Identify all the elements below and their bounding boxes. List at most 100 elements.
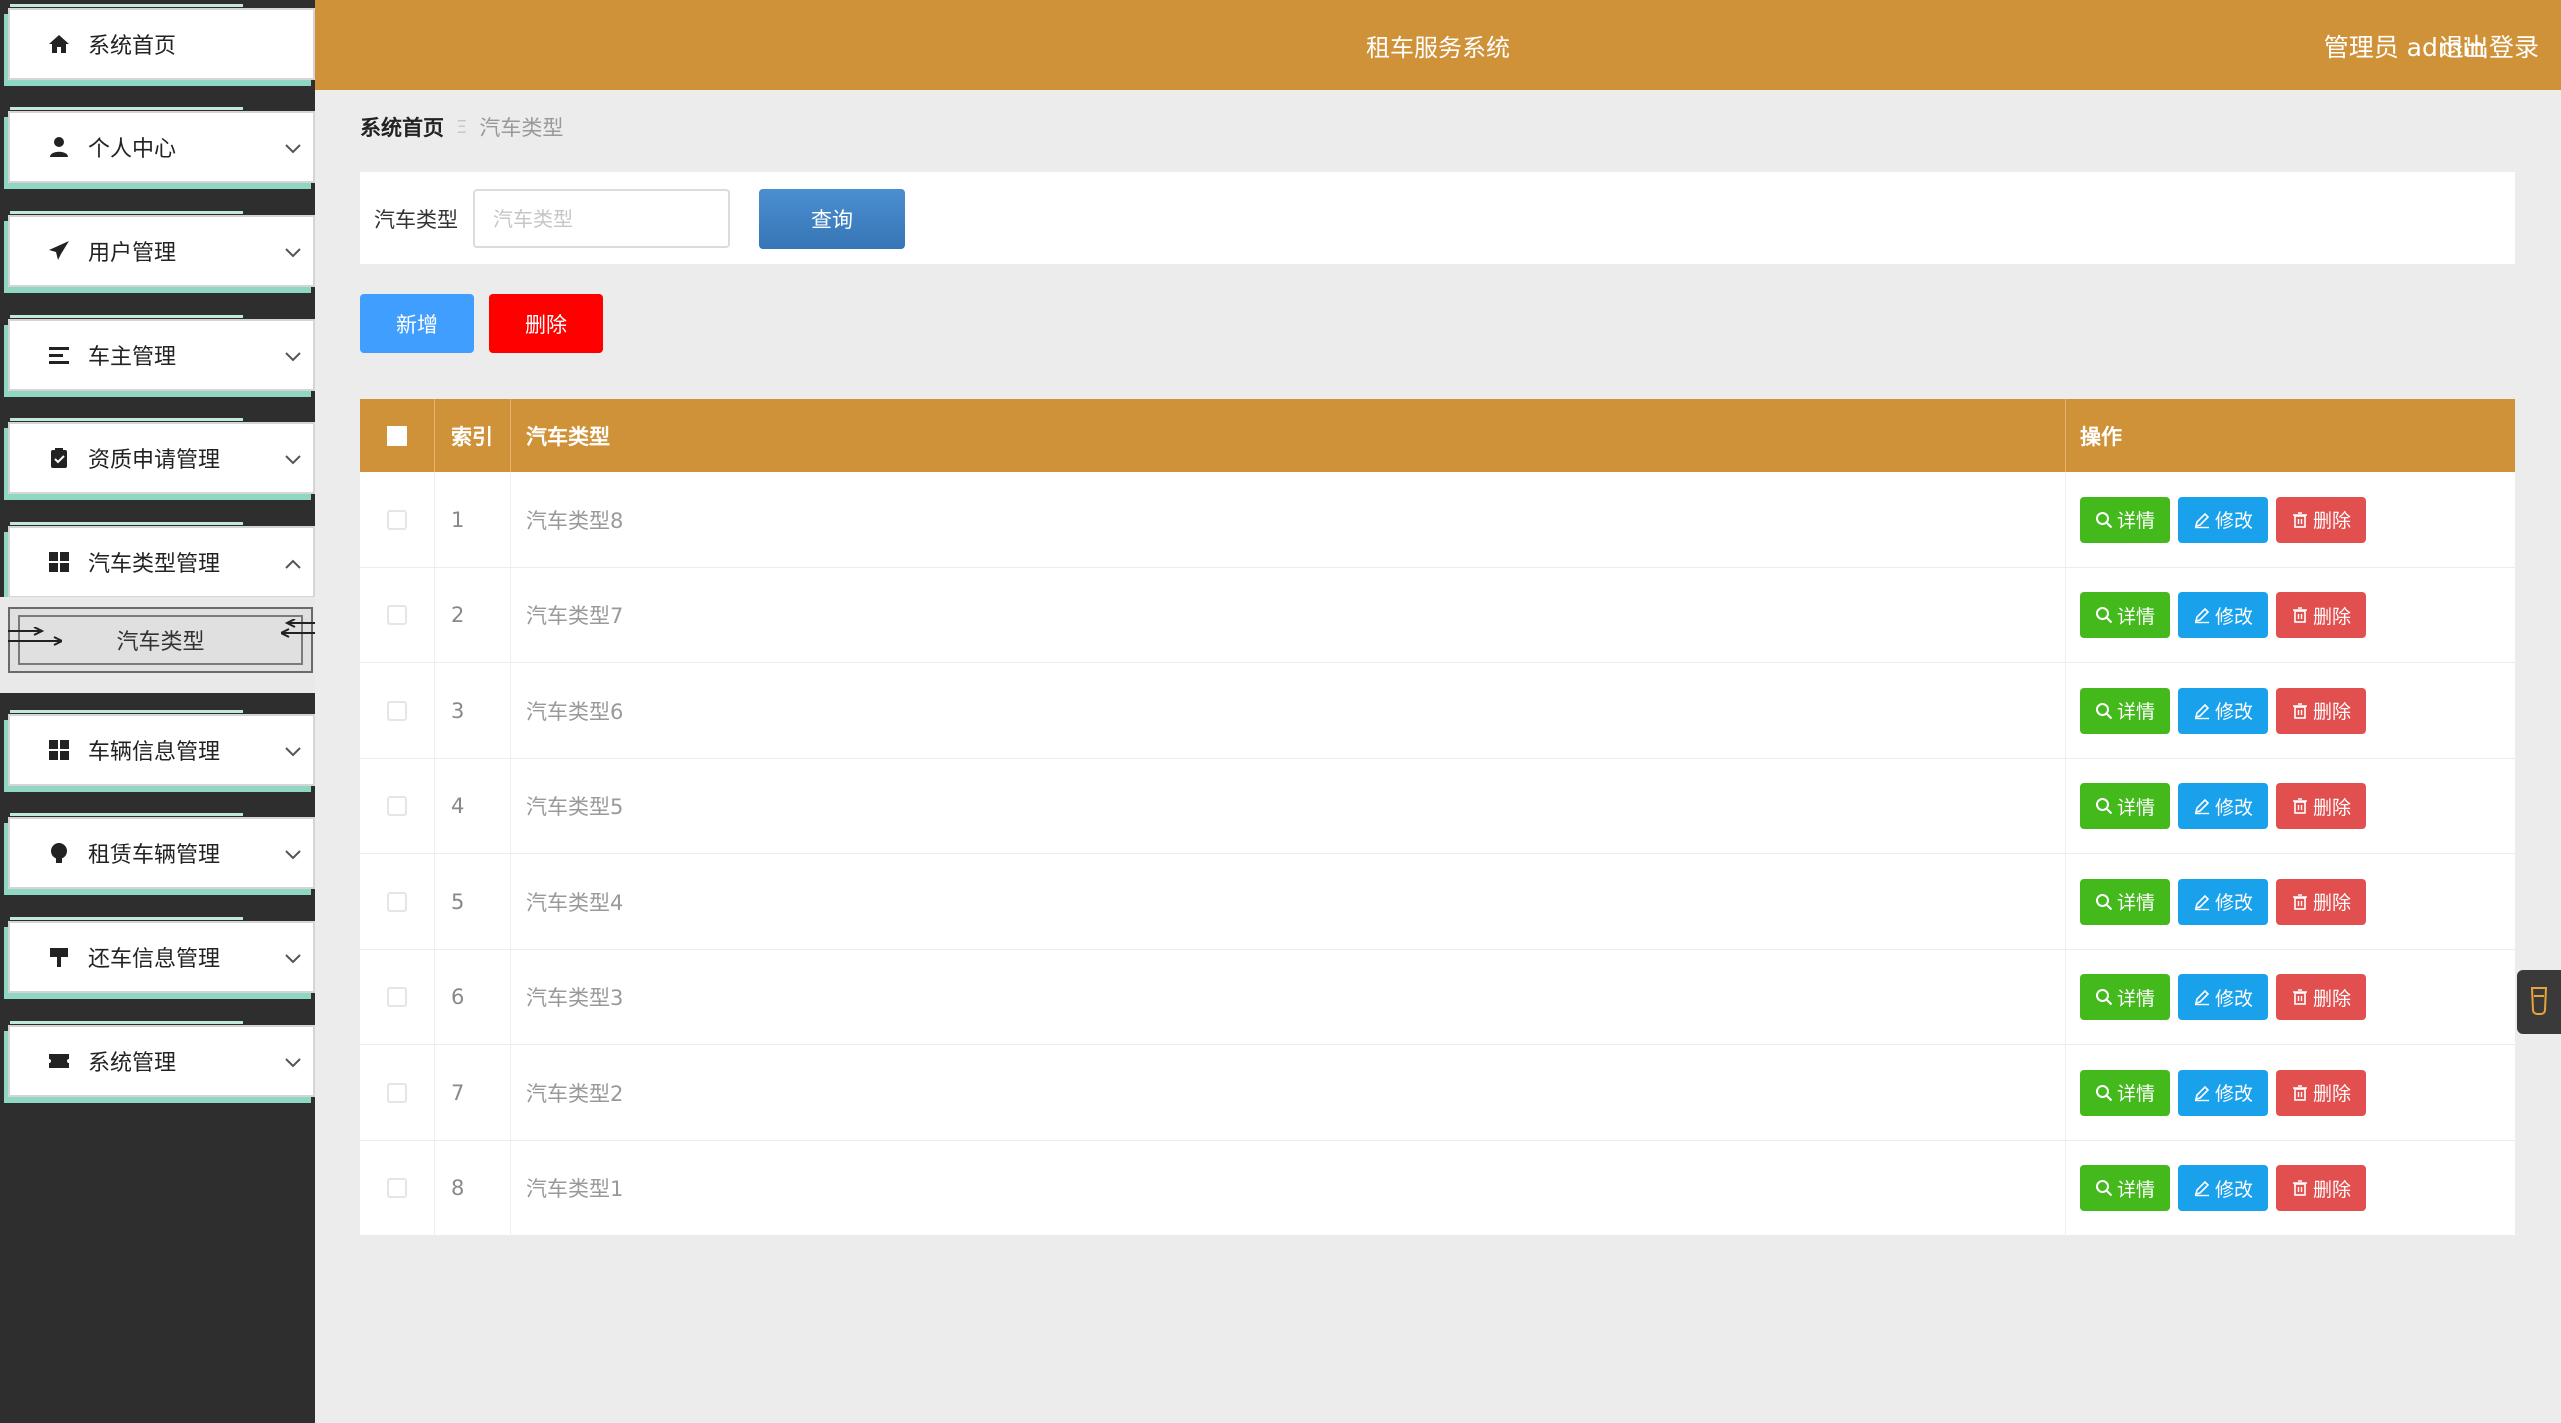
search-icon	[2095, 1084, 2117, 1102]
detail-label: 详情	[2116, 1084, 2155, 1105]
submenu-item-car-type[interactable]: 汽车类型	[8, 607, 315, 673]
delete-button[interactable]: 删除	[2276, 592, 2366, 638]
detail-button[interactable]: 详情	[2080, 783, 2170, 829]
sidebar-item-label: 汽车类型管理	[88, 552, 221, 577]
edit-label: 修改	[2214, 988, 2253, 1010]
column-header-car-type: 汽车类型	[511, 399, 2066, 472]
grid-icon	[48, 739, 70, 761]
search-icon	[2095, 511, 2117, 529]
detail-button[interactable]: 详情	[2080, 496, 2170, 543]
edit-button[interactable]: 修改	[2178, 878, 2268, 925]
chevron-down-icon	[283, 347, 303, 367]
sidebar-item-label: 系统首页	[88, 34, 177, 59]
car-type-search-input[interactable]	[473, 189, 730, 248]
row-index: 2	[435, 567, 511, 663]
breadcrumb-current: 汽车类型	[479, 116, 564, 140]
sidebar-item-vehicle-info-management[interactable]: 车辆信息管理	[8, 710, 315, 786]
row-operations: 详情 修改 删除	[2066, 472, 2515, 567]
breadcrumb-home[interactable]: 系统首页	[360, 112, 444, 142]
add-button[interactable]: 新增	[360, 294, 474, 353]
delete-button[interactable]: 删除	[2276, 1165, 2366, 1211]
row-index: 4	[435, 758, 511, 854]
sidebar-item-rental-vehicle-management[interactable]: 租赁车辆管理	[8, 813, 315, 889]
edit-button[interactable]: 修改	[2178, 783, 2268, 829]
query-button[interactable]: 查询	[759, 189, 905, 249]
row-car-type: 汽车类型7	[511, 567, 2066, 663]
row-car-type: 汽车类型2	[511, 1045, 2066, 1140]
row-check-cell	[360, 567, 435, 663]
row-checkbox[interactable]	[387, 509, 407, 530]
row-car-type: 汽车类型3	[511, 949, 2066, 1045]
edit-button[interactable]: 修改	[2178, 592, 2268, 638]
edit-button[interactable]: 修改	[2178, 974, 2268, 1020]
edit-label: 修改	[2214, 511, 2253, 532]
edit-button[interactable]: 修改	[2178, 1069, 2268, 1116]
edit-icon	[2193, 893, 2215, 911]
delete-label: 删除	[2312, 511, 2351, 532]
chevron-down-icon	[283, 243, 303, 263]
sidebar-item-return-info-management[interactable]: 还车信息管理	[8, 917, 315, 993]
row-checkbox[interactable]	[387, 1178, 407, 1198]
detail-button[interactable]: 详情	[2080, 1069, 2170, 1116]
detail-button[interactable]: 详情	[2080, 687, 2170, 734]
sidebar-item-label: 资质申请管理	[88, 448, 221, 473]
grid-icon	[48, 551, 70, 573]
trash-icon	[2291, 797, 2313, 815]
detail-button[interactable]: 详情	[2080, 592, 2170, 638]
delete-button[interactable]: 删除	[2276, 974, 2366, 1020]
row-checkbox[interactable]	[387, 700, 407, 721]
car-type-table: 索引 汽车类型 操作 1 汽车类型8 详情 修改 删除 2 汽车类型7 详情 修改 删除 3 汽车类型…	[360, 399, 2515, 1236]
sign-icon	[48, 946, 70, 968]
delete-button[interactable]: 删除	[2276, 1069, 2366, 1116]
row-checkbox[interactable]	[387, 1082, 407, 1103]
row-checkbox[interactable]	[387, 987, 407, 1007]
edit-label: 修改	[2214, 1084, 2253, 1105]
row-index: 5	[435, 854, 511, 949]
detail-button[interactable]: 详情	[2080, 878, 2170, 925]
select-all-checkbox[interactable]	[387, 425, 407, 446]
table-row: 3 汽车类型6 详情 修改 删除	[360, 663, 2515, 759]
detail-label: 详情	[2116, 606, 2155, 628]
delete-button[interactable]: 删除	[2276, 496, 2366, 543]
edit-label: 修改	[2214, 893, 2253, 914]
edit-icon	[2193, 511, 2215, 529]
chevron-down-icon	[283, 845, 303, 865]
row-operations: 详情 修改 删除	[2066, 663, 2515, 758]
sidebar-item-home[interactable]: 系统首页	[8, 4, 315, 80]
row-car-type: 汽车类型6	[511, 663, 2066, 758]
bulb-icon	[48, 842, 70, 864]
column-header-operations: 操作	[2080, 424, 2122, 449]
row-checkbox[interactable]	[387, 891, 407, 912]
edit-button[interactable]: 修改	[2178, 496, 2268, 543]
ticket-icon	[48, 1050, 70, 1072]
table-row: 6 汽车类型3 详情 修改 删除	[360, 949, 2515, 1045]
breadcrumb: 系统首页 Ξ 汽车类型	[360, 112, 563, 142]
app-title: 租车服务系统	[1366, 34, 1510, 62]
sidebar-item-label: 个人中心	[88, 137, 177, 162]
delete-button[interactable]: 删除	[2276, 878, 2366, 925]
detail-button[interactable]: 详情	[2080, 974, 2170, 1020]
delete-button[interactable]: 删除	[2276, 783, 2366, 829]
chevron-up-icon	[283, 554, 303, 574]
edit-label: 修改	[2214, 702, 2253, 723]
row-checkbox[interactable]	[387, 605, 407, 625]
row-check-cell	[360, 472, 435, 567]
sidebar-item-personal-center[interactable]: 个人中心	[8, 107, 315, 183]
sidebar-item-qualification-management[interactable]: 资质申请管理	[8, 418, 315, 494]
delete-button[interactable]: 删除	[2276, 687, 2366, 734]
search-icon	[2095, 893, 2117, 911]
send-icon	[48, 240, 70, 262]
sidebar-item-owner-management[interactable]: 车主管理	[8, 315, 315, 391]
row-check-cell	[360, 1045, 435, 1140]
edit-button[interactable]: 修改	[2178, 687, 2268, 734]
batch-delete-button[interactable]: 删除	[489, 294, 603, 353]
floating-tool-tab[interactable]	[2517, 970, 2561, 1034]
row-operations: 详情 修改 删除	[2066, 568, 2515, 663]
edit-button[interactable]: 修改	[2178, 1165, 2268, 1211]
sidebar-item-system-management[interactable]: 系统管理	[8, 1021, 315, 1097]
logout-link[interactable]: 退出登录	[2439, 28, 2539, 64]
detail-button[interactable]: 详情	[2080, 1165, 2170, 1211]
sidebar-item-user-management[interactable]: 用户管理	[8, 211, 315, 287]
row-checkbox[interactable]	[387, 796, 407, 816]
sidebar-item-car-type-management[interactable]: 汽车类型管理	[8, 522, 315, 598]
